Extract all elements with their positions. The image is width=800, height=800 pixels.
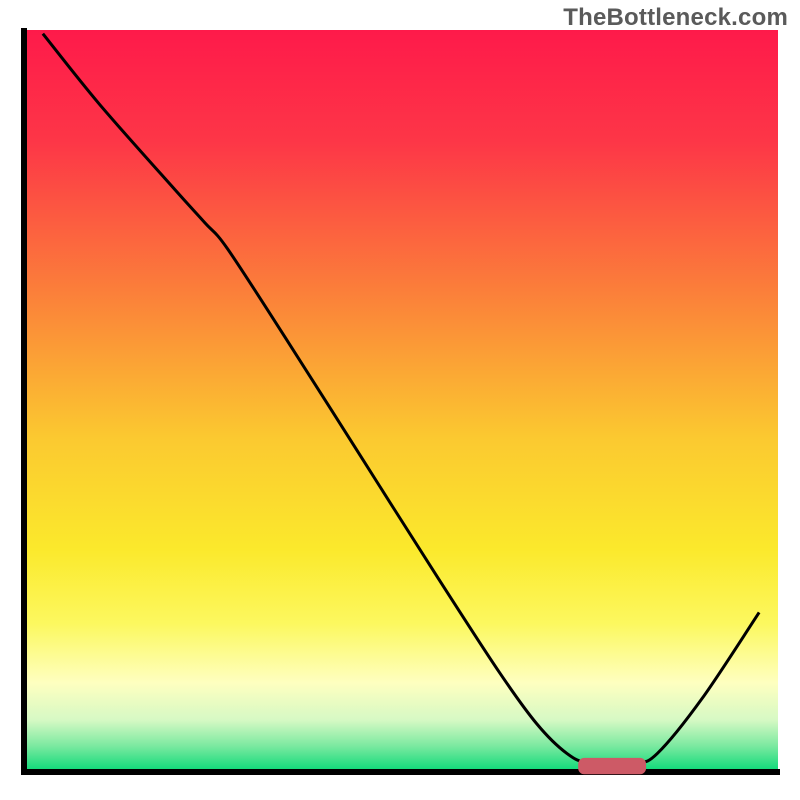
bottleneck-chart: TheBottleneck.com <box>0 0 800 800</box>
chart-canvas <box>0 0 800 800</box>
plot-background <box>24 30 778 772</box>
watermark-text: TheBottleneck.com <box>563 4 788 32</box>
optimal-range-bar <box>578 758 646 774</box>
